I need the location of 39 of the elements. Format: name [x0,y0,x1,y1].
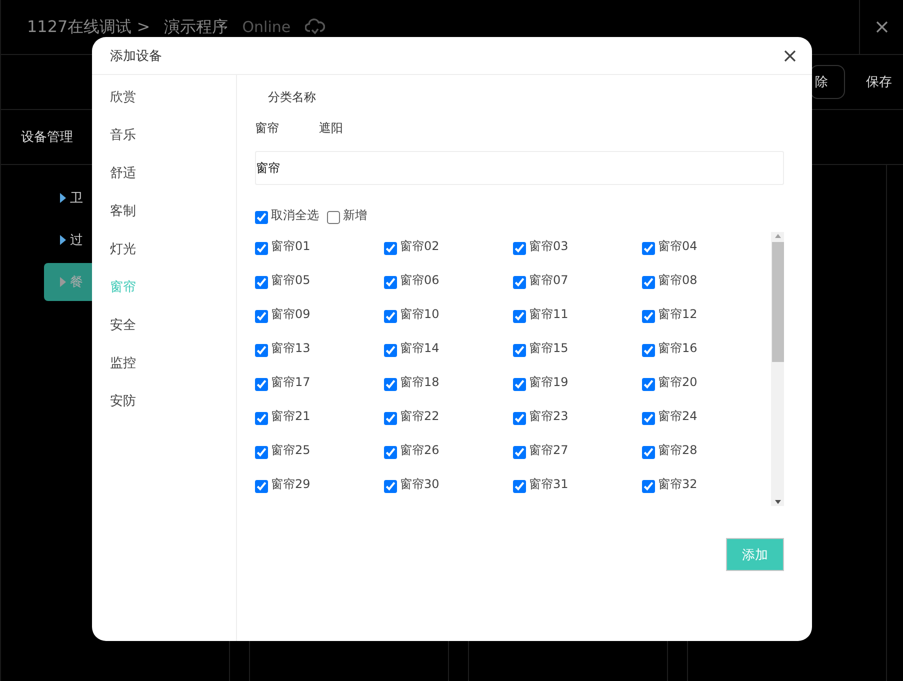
checkbox-label: 窗帘20 [658,374,698,391]
checkbox-label: 窗帘10 [400,306,440,323]
checkbox-label: 窗帘06 [400,272,440,289]
checkbox-label: 窗帘24 [658,408,698,425]
connection-status: Online [242,18,291,36]
checkbox-label: 窗帘21 [271,408,310,425]
checkbox-label: 窗帘13 [271,340,310,357]
checkbox-label: 窗帘15 [529,340,568,357]
checkbox-label: 窗帘17 [271,374,310,391]
program-name: 演示程序 [164,16,228,38]
checkbox-label: 取消全选 [271,207,319,224]
checkbox-label: 窗帘01 [271,238,310,255]
checkbox-label: 窗帘30 [400,476,440,493]
checkbox-label: 窗帘29 [271,476,310,493]
checkbox-label: 窗帘22 [400,408,440,425]
section-title: 设备管理 [21,129,73,146]
dialog-title: 添加设备 [110,48,162,64]
checkbox-label: 窗帘08 [658,272,698,289]
checkbox-label: 窗帘12 [658,306,698,323]
checkbox-label: 窗帘07 [529,272,568,289]
checkbox-label: 窗帘28 [658,442,698,459]
checkbox-label: 窗帘25 [271,442,310,459]
checkbox-label: 窗帘18 [400,374,440,391]
checkbox-label: 窗帘02 [400,238,440,255]
checkbox-label: 窗帘16 [658,340,698,357]
checkbox-label: 窗帘14 [400,340,440,357]
checkbox-label: 新增 [343,207,367,224]
checkbox-label: 窗帘23 [529,408,568,425]
checkbox-label: 窗帘26 [400,442,440,459]
checkbox-label: 窗帘05 [271,272,310,289]
checkbox-label: 窗帘11 [529,306,568,323]
checkbox-label: 窗帘04 [658,238,698,255]
checkbox-label: 窗帘32 [658,476,698,493]
checkbox-label: 窗帘03 [529,238,568,255]
checkbox-label: 窗帘09 [271,306,310,323]
checkbox-label: 窗帘19 [529,374,568,391]
checkbox-label: 窗帘27 [529,442,568,459]
checkbox-label: 窗帘31 [529,476,568,493]
field-label: 分类名称 [268,89,317,106]
